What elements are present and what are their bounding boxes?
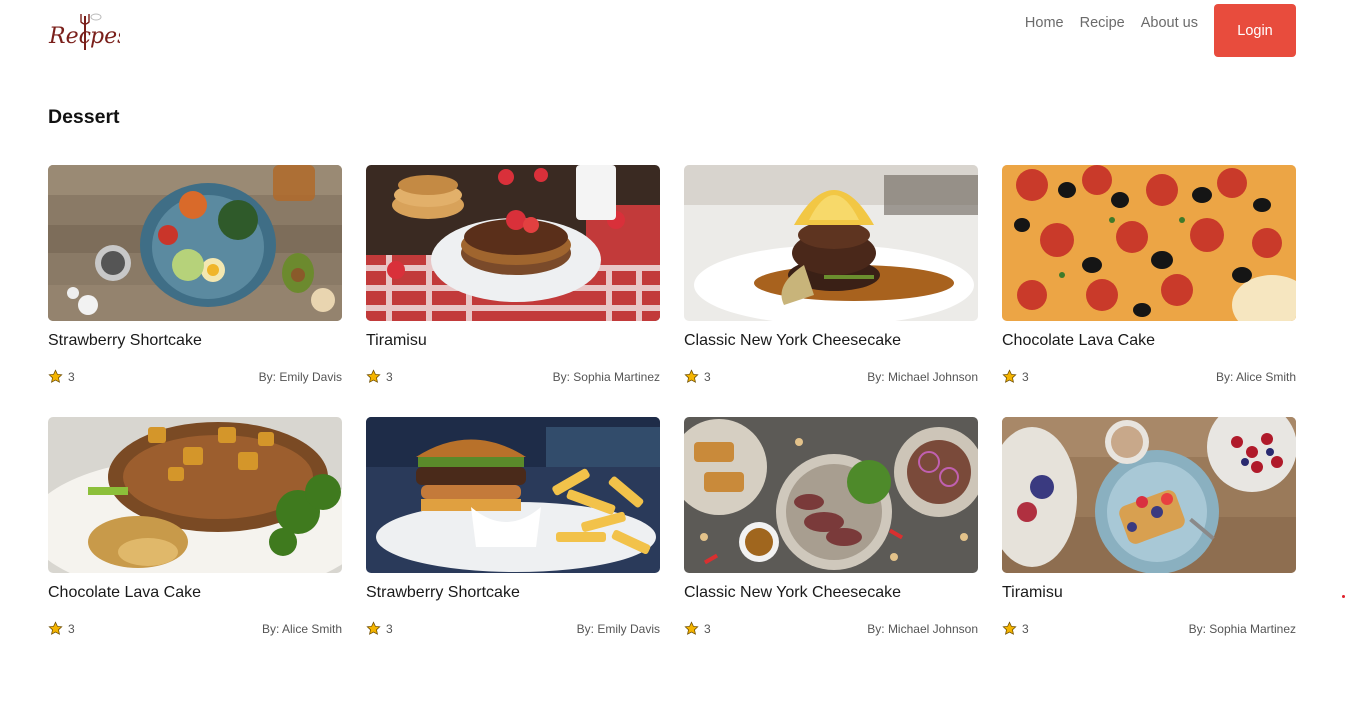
recipe-title[interactable]: Tiramisu: [366, 332, 660, 352]
rating: 3: [684, 369, 711, 384]
star-icon: [366, 621, 381, 635]
recipe-image[interactable]: [684, 417, 978, 573]
rating-value: 3: [386, 621, 393, 636]
star-icon: [1002, 369, 1017, 383]
recipe-author: By: Sophia Martinez: [1188, 621, 1296, 636]
star-icon: [1002, 621, 1017, 635]
recipe-author: By: Emily Davis: [258, 369, 342, 384]
recipe-meta: 3 By: Sophia Martinez: [1002, 621, 1296, 636]
rating: 3: [1002, 369, 1029, 384]
recipe-card[interactable]: Classic New York Cheesecake 3 By: Michae…: [684, 165, 978, 417]
rating: 3: [366, 369, 393, 384]
recipe-author: By: Alice Smith: [261, 621, 342, 636]
recipe-meta: 3 By: Alice Smith: [1002, 369, 1296, 384]
top-navbar: Rec pes Home Recipe About us Login: [0, 0, 1345, 64]
section-title: Dessert: [48, 106, 120, 128]
recipe-title[interactable]: Chocolate Lava Cake: [48, 584, 342, 604]
recipe-card[interactable]: Strawberry Shortcake 3 By: Emily Davis: [366, 417, 660, 669]
recipe-image[interactable]: [366, 417, 660, 573]
star-icon: [48, 369, 63, 383]
nav-link-recipe[interactable]: Recipe: [1080, 15, 1125, 31]
recipe-author: By: Sophia Martinez: [552, 369, 660, 384]
recipe-card[interactable]: Tiramisu 3 By: Sophia Martinez: [366, 165, 660, 417]
rating-value: 3: [386, 369, 393, 384]
recipe-image[interactable]: [1002, 165, 1296, 321]
rating: 3: [1002, 621, 1029, 636]
rating-value: 3: [1022, 369, 1029, 384]
recipe-title[interactable]: Chocolate Lava Cake: [1002, 332, 1296, 352]
recipe-title[interactable]: Classic New York Cheesecake: [684, 584, 978, 604]
rating: 3: [366, 621, 393, 636]
svg-text:pes: pes: [90, 24, 120, 49]
recipe-meta: 3 By: Michael Johnson: [684, 621, 978, 636]
recipe-meta: 3 By: Emily Davis: [366, 621, 660, 636]
rating-value: 3: [68, 369, 75, 384]
recipe-card[interactable]: Chocolate Lava Cake 3 By: Alice Smith: [48, 417, 342, 669]
recipe-card[interactable]: Chocolate Lava Cake 3 By: Alice Smith: [1002, 165, 1296, 417]
rating-value: 3: [68, 621, 75, 636]
recipe-author: By: Emily Davis: [576, 621, 660, 636]
rating-value: 3: [704, 621, 711, 636]
recipe-card[interactable]: Strawberry Shortcake 3 By: Emily Davis: [48, 165, 342, 417]
rating-value: 3: [704, 369, 711, 384]
rating: 3: [684, 621, 711, 636]
recipe-card[interactable]: Tiramisu 3 By: Sophia Martinez: [1002, 417, 1296, 669]
star-icon: [366, 369, 381, 383]
nav-link-home[interactable]: Home: [1025, 15, 1064, 31]
recipe-meta: 3 By: Emily Davis: [48, 369, 342, 384]
recipe-image[interactable]: [684, 165, 978, 321]
recipe-title[interactable]: Classic New York Cheesecake: [684, 332, 978, 352]
rating: 3: [48, 369, 75, 384]
recipe-card[interactable]: Classic New York Cheesecake 3 By: Michae…: [684, 417, 978, 669]
rating-value: 3: [1022, 621, 1029, 636]
recipe-image[interactable]: [48, 417, 342, 573]
recipe-author: By: Alice Smith: [1215, 369, 1296, 384]
recipe-author: By: Michael Johnson: [867, 369, 978, 384]
recipe-image[interactable]: [366, 165, 660, 321]
nav-link-about-us[interactable]: About us: [1141, 15, 1198, 31]
recipe-title[interactable]: Strawberry Shortcake: [48, 332, 342, 352]
star-icon: [48, 621, 63, 635]
star-icon: [684, 369, 699, 383]
recipe-meta: 3 By: Alice Smith: [48, 621, 342, 636]
recipes-logo[interactable]: Rec pes: [48, 10, 120, 54]
recipe-meta: 3 By: Michael Johnson: [684, 369, 978, 384]
recipe-image[interactable]: [1002, 417, 1296, 573]
login-button[interactable]: Login: [1214, 4, 1296, 57]
recipe-grid: Strawberry Shortcake 3 By: Emily Davis T…: [48, 165, 1296, 669]
recipe-title[interactable]: Strawberry Shortcake: [366, 584, 660, 604]
recipe-image[interactable]: [48, 165, 342, 321]
nav-links: Home Recipe About us Login: [1025, 4, 1296, 57]
recipe-title[interactable]: Tiramisu: [1002, 584, 1296, 604]
recipe-meta: 3 By: Sophia Martinez: [366, 369, 660, 384]
rating: 3: [48, 621, 75, 636]
star-icon: [684, 621, 699, 635]
recipe-author: By: Michael Johnson: [867, 621, 978, 636]
